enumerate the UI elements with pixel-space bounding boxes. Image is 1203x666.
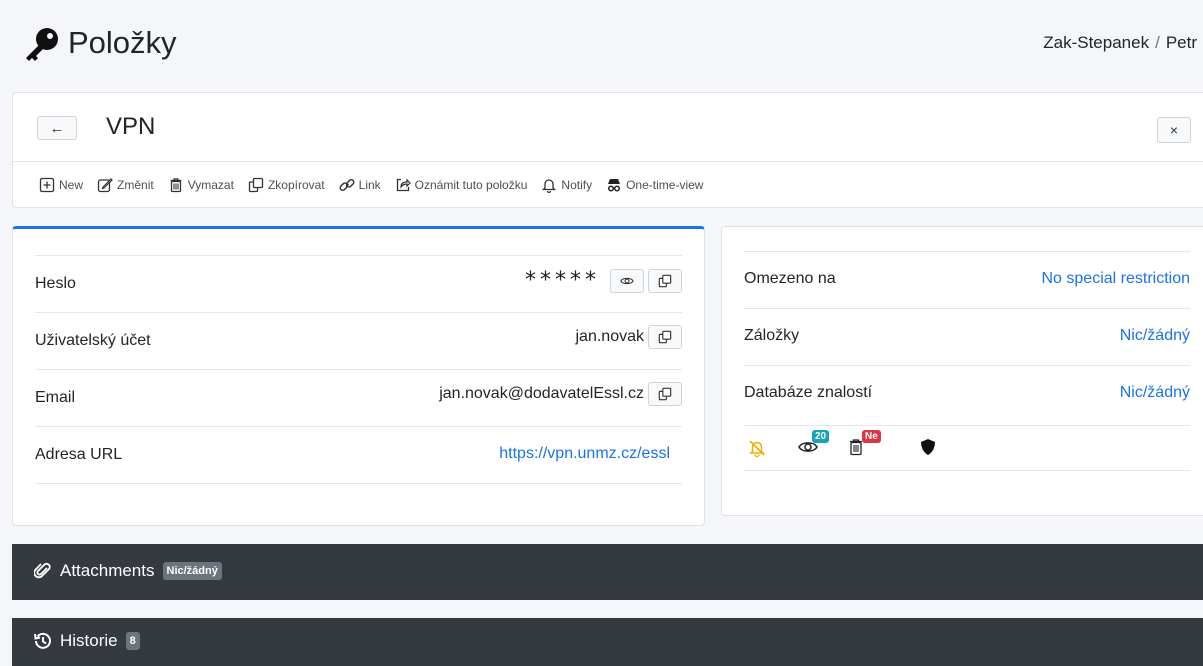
announce-button[interactable]: Oznámit tuto položku xyxy=(395,177,527,193)
edit-button[interactable]: Změnit xyxy=(97,177,154,193)
user-value-group: jan.novak xyxy=(575,325,682,349)
edit-icon xyxy=(97,178,113,193)
copy-icon xyxy=(658,387,672,401)
field-row-password: Heslo ***** xyxy=(35,255,682,312)
back-button[interactable]: ← xyxy=(37,116,77,140)
copy-icon xyxy=(658,330,672,344)
one-time-view-button[interactable]: One-time-view xyxy=(606,177,703,193)
knowledge-value[interactable]: Nic/žádný xyxy=(1120,384,1190,402)
item-header-card: ← VPN × New Změnit Vymazat Zkopírovat Li… xyxy=(12,92,1203,208)
link-icon xyxy=(339,178,355,192)
field-row-email: Email jan.novak@dodavatelEssl.cz xyxy=(35,369,682,426)
history-header: Historie 8 xyxy=(34,631,140,651)
history-count-badge: 8 xyxy=(125,632,140,650)
status-icons-row: 20 Ne xyxy=(744,425,1190,471)
info-row-restricted: Omezeno na No special restriction xyxy=(744,251,1190,308)
breadcrumb-item-user[interactable]: Zak-Stepanek xyxy=(1043,33,1149,52)
password-label: Heslo xyxy=(35,275,76,292)
incognito-icon xyxy=(608,179,621,192)
copy-button[interactable]: Zkopírovat xyxy=(248,177,325,193)
new-button[interactable]: New xyxy=(39,177,83,193)
password-masked-value: ***** xyxy=(525,268,600,293)
bell-icon xyxy=(542,179,557,193)
breadcrumb-separator: / xyxy=(1155,33,1160,52)
password-value-group: ***** xyxy=(525,268,682,293)
user-label: Uživatelský účet xyxy=(35,332,151,349)
copy-icon xyxy=(658,274,672,287)
copy-email-button[interactable] xyxy=(648,382,682,406)
copy-password-button[interactable] xyxy=(648,268,682,293)
views-count-badge: 20 xyxy=(812,430,830,443)
link-button[interactable]: Link xyxy=(339,177,381,193)
attachments-header: Attachments Nic/žádný xyxy=(34,561,222,581)
page-title: Položky xyxy=(68,25,177,60)
delete-button[interactable]: Vymazat xyxy=(168,177,234,193)
notify-button[interactable]: Notify xyxy=(541,177,592,193)
breadcrumb: Zak-Stepanek / Petr xyxy=(1043,33,1197,53)
show-password-button[interactable] xyxy=(610,268,644,293)
toolbar-divider xyxy=(13,161,1203,162)
item-title: VPN xyxy=(106,113,156,140)
page-header: Položky Zak-Stepanek / Petr xyxy=(0,0,1203,90)
knowledge-label: Databáze znalostí xyxy=(744,384,873,401)
url-value-group: https://vpn.unmz.cz/essl xyxy=(499,445,670,463)
email-value: jan.novak@dodavatelEssl.cz xyxy=(439,385,644,402)
attachments-panel[interactable]: Attachments Nic/žádný xyxy=(12,544,1203,600)
restricted-label: Omezeno na xyxy=(744,270,836,287)
shield-icon[interactable] xyxy=(920,438,936,456)
restricted-value[interactable]: No special restriction xyxy=(1042,270,1191,288)
copy-user-button[interactable] xyxy=(648,325,682,349)
copy-icon xyxy=(248,177,264,193)
close-button[interactable]: × xyxy=(1157,117,1191,143)
key-icon xyxy=(26,28,58,61)
credentials-card: Heslo ***** Uživatelský účet jan.novak E… xyxy=(12,226,705,526)
fields-bottom-divider xyxy=(35,483,682,484)
share-icon xyxy=(396,178,411,192)
bookmarks-value[interactable]: Nic/žádný xyxy=(1120,327,1190,345)
field-row-user: Uživatelský účet jan.novak xyxy=(35,312,682,369)
bell-slash-icon[interactable] xyxy=(748,439,766,457)
email-label: Email xyxy=(35,389,76,406)
paperclip-icon xyxy=(34,562,51,579)
attachments-title: Attachments xyxy=(60,561,155,580)
history-icon xyxy=(34,632,51,649)
item-toolbar: New Změnit Vymazat Zkopírovat Link Oznám… xyxy=(39,177,717,193)
info-row-bookmarks: Záložky Nic/žádný xyxy=(744,308,1190,365)
info-card: Omezeno na No special restriction Záložk… xyxy=(721,226,1203,516)
breadcrumb-item-name[interactable]: Petr xyxy=(1166,33,1197,52)
url-label: Adresa URL xyxy=(35,446,123,463)
history-panel[interactable]: Historie 8 xyxy=(12,618,1203,666)
delete-status-badge: Ne xyxy=(862,430,881,443)
eye-icon xyxy=(620,277,634,284)
history-title: Historie xyxy=(60,631,118,650)
bookmarks-label: Záložky xyxy=(744,327,800,344)
plus-square-icon xyxy=(39,177,55,193)
trash-icon xyxy=(170,178,182,193)
user-value: jan.novak xyxy=(575,328,645,345)
field-row-url: Adresa URL https://vpn.unmz.cz/essl xyxy=(35,426,682,483)
info-row-knowledge: Databáze znalostí Nic/žádný xyxy=(744,365,1190,422)
email-value-group: jan.novak@dodavatelEssl.cz xyxy=(439,382,682,406)
attachments-count-badge: Nic/žádný xyxy=(162,562,222,580)
url-link[interactable]: https://vpn.unmz.cz/essl xyxy=(499,445,670,463)
